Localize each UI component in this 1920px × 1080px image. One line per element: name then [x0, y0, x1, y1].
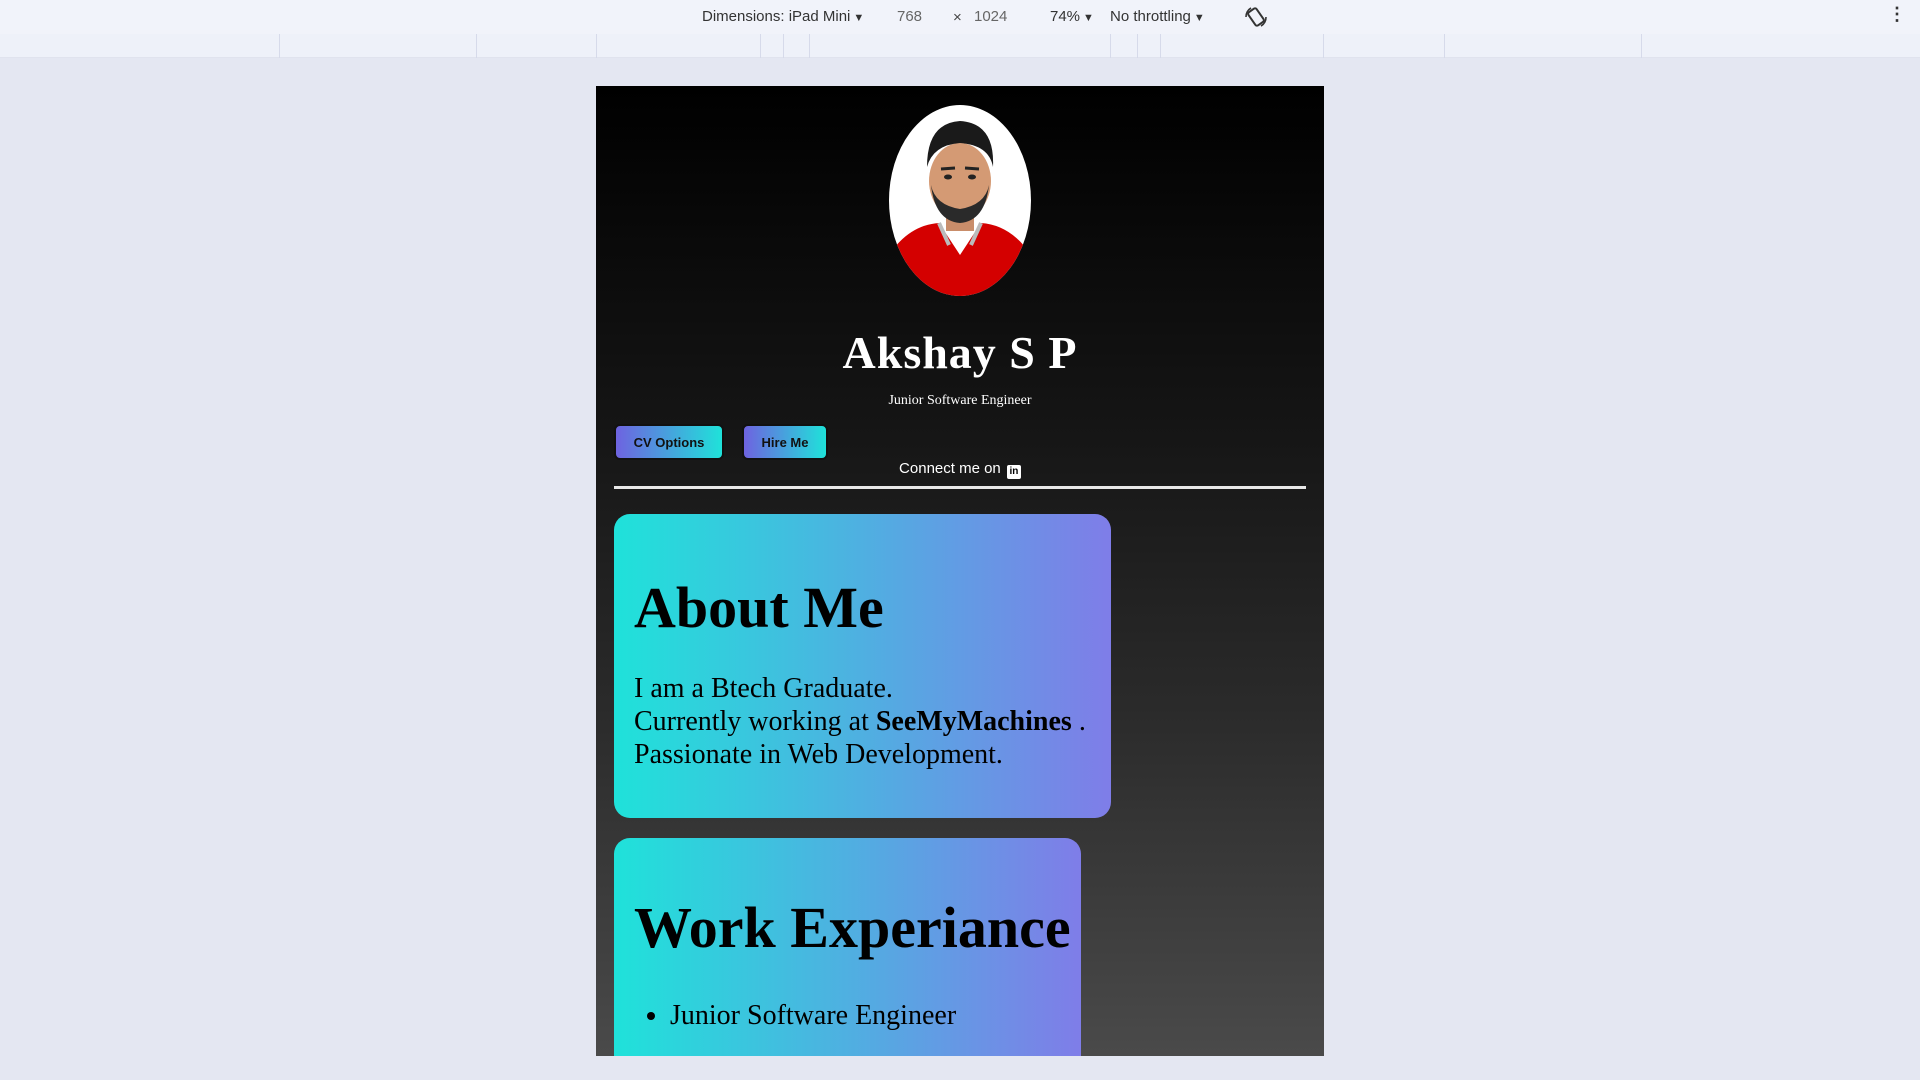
connect-label: Connect me on — [899, 460, 1001, 477]
times-label: × — [953, 9, 962, 26]
chevron-down-icon: ▼ — [1193, 12, 1205, 24]
about-line-3: Passionate in Web Development. — [634, 739, 1003, 770]
ruler-segment[interactable] — [1641, 34, 1642, 58]
work-list: Junior Software Engineer — [670, 1000, 956, 1032]
ruler-segment[interactable] — [1110, 34, 1111, 58]
chevron-down-icon: ▼ — [1083, 12, 1094, 24]
divider — [614, 486, 1306, 489]
about-line-2-suffix: . — [1071, 706, 1086, 737]
width-input[interactable]: 768 — [897, 8, 922, 25]
ruler-segment[interactable] — [1444, 34, 1445, 58]
devtools-device-toolbar: Dimensions: iPad Mini ▼ 768 × 1024 74% ▼ N… — [0, 0, 1920, 34]
chevron-down-icon: ▼ — [853, 12, 865, 24]
cv-options-button[interactable]: CV Options — [614, 424, 724, 460]
device-select-label: Dimensions: iPad Mini — [702, 8, 851, 25]
more-vert-icon[interactable]: ⋮ — [1888, 4, 1906, 25]
ruler-segment[interactable] — [783, 34, 784, 58]
zoom-label: 74% — [1050, 8, 1081, 25]
ruler-segment[interactable] — [1160, 34, 1161, 58]
height-input[interactable]: 1024 — [974, 8, 1007, 25]
about-line-2-prefix: Currently working at — [634, 706, 876, 737]
ruler-segment[interactable] — [596, 34, 597, 58]
connect-line: Connect me on in — [596, 460, 1324, 479]
profile-role: Junior Software Engineer — [888, 393, 1032, 408]
throttling-label: No throttling — [1110, 8, 1191, 25]
ruler-segment[interactable] — [476, 34, 477, 58]
rotate-icon[interactable] — [1243, 4, 1269, 30]
ruler-segment[interactable] — [809, 34, 810, 58]
about-card: About Me I am a Btech Graduate. Currentl… — [614, 514, 1111, 818]
work-card: Work Experiance Junior Software Engineer — [614, 838, 1081, 1056]
media-query-ruler — [0, 34, 1920, 58]
ruler-segment[interactable] — [279, 34, 280, 58]
zoom-select[interactable]: 74% ▼ — [1050, 8, 1094, 25]
company-name: SeeMyMachines — [875, 706, 1072, 737]
profile-photo — [889, 105, 1031, 296]
about-title: About Me — [634, 575, 884, 640]
about-text: I am a Btech Graduate. Currently working… — [634, 672, 1086, 771]
list-item: Junior Software Engineer — [670, 1000, 956, 1032]
about-line-2: Currently working at SeeMyMachines . — [634, 705, 1086, 738]
ruler-segment[interactable] — [760, 34, 761, 58]
hire-me-button[interactable]: Hire Me — [742, 424, 828, 460]
ruler-segment[interactable] — [1137, 34, 1138, 58]
work-title: Work Experiance — [634, 895, 1071, 960]
linkedin-icon[interactable]: in — [1006, 465, 1021, 479]
device-viewport: Akshay S P Junior Software Engineer CV O… — [596, 86, 1324, 1056]
profile-name: Akshay S P — [842, 327, 1078, 378]
ruler-segment[interactable] — [1323, 34, 1324, 58]
throttling-select[interactable]: No throttling ▼ — [1110, 8, 1205, 25]
about-line-1: I am a Btech Graduate. — [634, 673, 893, 704]
device-select[interactable]: Dimensions: iPad Mini ▼ — [702, 8, 864, 25]
